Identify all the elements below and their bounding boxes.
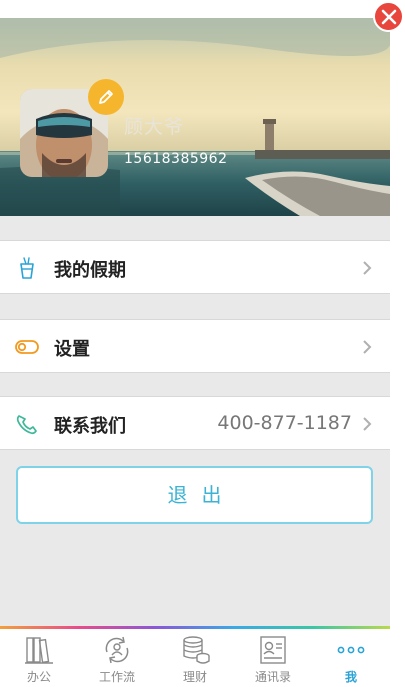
close-button[interactable] (373, 1, 404, 32)
user-phone: 15618385962 (124, 151, 228, 167)
toggle-icon (15, 340, 39, 354)
tab-label: 工作流 (98, 670, 135, 684)
tab-workflow[interactable]: 工作流 (78, 629, 156, 687)
chevron-right-icon (363, 417, 372, 431)
tab-me[interactable]: 我 (312, 629, 390, 687)
phone-icon (16, 415, 37, 435)
tab-contacts[interactable]: 通讯录 (234, 629, 312, 687)
user-name: 顾大爷 (124, 116, 185, 138)
logout-button[interactable]: 退出 (16, 466, 373, 524)
profile-header: 顾大爷 15618385962 (0, 18, 390, 216)
menu-item-settings[interactable]: 设置 (0, 319, 390, 373)
chevron-right-icon (363, 261, 372, 275)
profile-screen: 顾大爷 15618385962 我的假期 设置 联系我们 400-877-118… (0, 18, 390, 687)
tab-office[interactable]: 办公 (0, 629, 78, 687)
cup-icon (20, 257, 34, 279)
contact-card-icon (260, 636, 286, 664)
tab-label: 理财 (182, 670, 207, 684)
books-icon (25, 637, 53, 664)
menu-item-label: 设置 (54, 339, 90, 360)
tab-label: 通讯录 (254, 670, 291, 684)
menu-item-label: 我的假期 (54, 260, 126, 281)
menu-item-label: 联系我们 (54, 416, 126, 437)
tab-finance[interactable]: 理财 (156, 629, 234, 687)
tab-label: 我 (344, 670, 357, 684)
menu-item-vacation[interactable]: 我的假期 (0, 240, 390, 294)
pencil-icon (99, 90, 113, 104)
bottom-tab-bar: 办公 工作流 理财 通讯录 我 (0, 626, 390, 687)
menu-item-contact[interactable]: 联系我们 400-877-1187 (0, 396, 390, 450)
more-dots-icon (337, 646, 365, 654)
edit-profile-button[interactable] (88, 79, 124, 115)
tab-label: 办公 (26, 670, 51, 684)
chevron-right-icon (363, 340, 372, 354)
coins-icon (183, 636, 210, 664)
contact-phone-number: 400-877-1187 (217, 412, 352, 434)
workflow-icon (105, 636, 129, 664)
close-icon (381, 9, 396, 24)
